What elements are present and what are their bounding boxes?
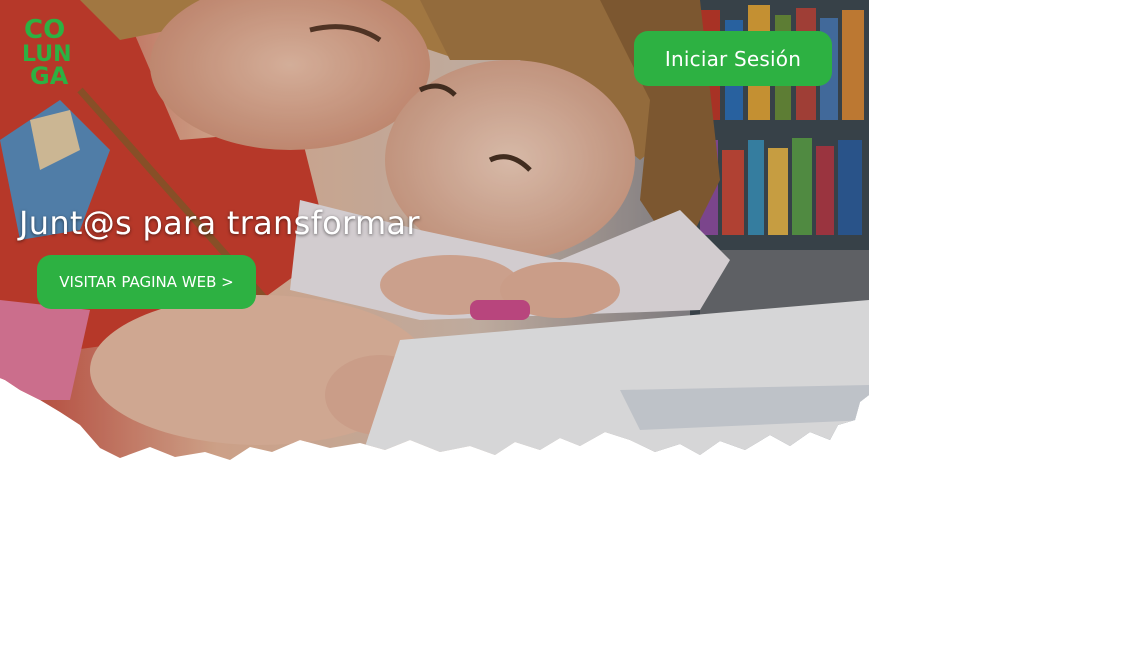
login-button-label: Iniciar Sesión	[664, 46, 802, 71]
logo-line-3: GA	[30, 62, 69, 86]
login-button[interactable]: Iniciar Sesión	[634, 31, 832, 86]
logo-line-1: CO	[24, 15, 65, 45]
hero-banner: CO LUN GA Iniciar Sesión Junt@s para tra…	[0, 0, 869, 462]
visit-website-button[interactable]: VISITAR PAGINA WEB >	[37, 255, 256, 309]
visit-website-button-label: VISITAR PAGINA WEB >	[59, 273, 234, 291]
hero-tagline: Junt@s para transformar	[19, 204, 420, 242]
coluga-logo[interactable]: CO LUN GA	[22, 14, 90, 90]
